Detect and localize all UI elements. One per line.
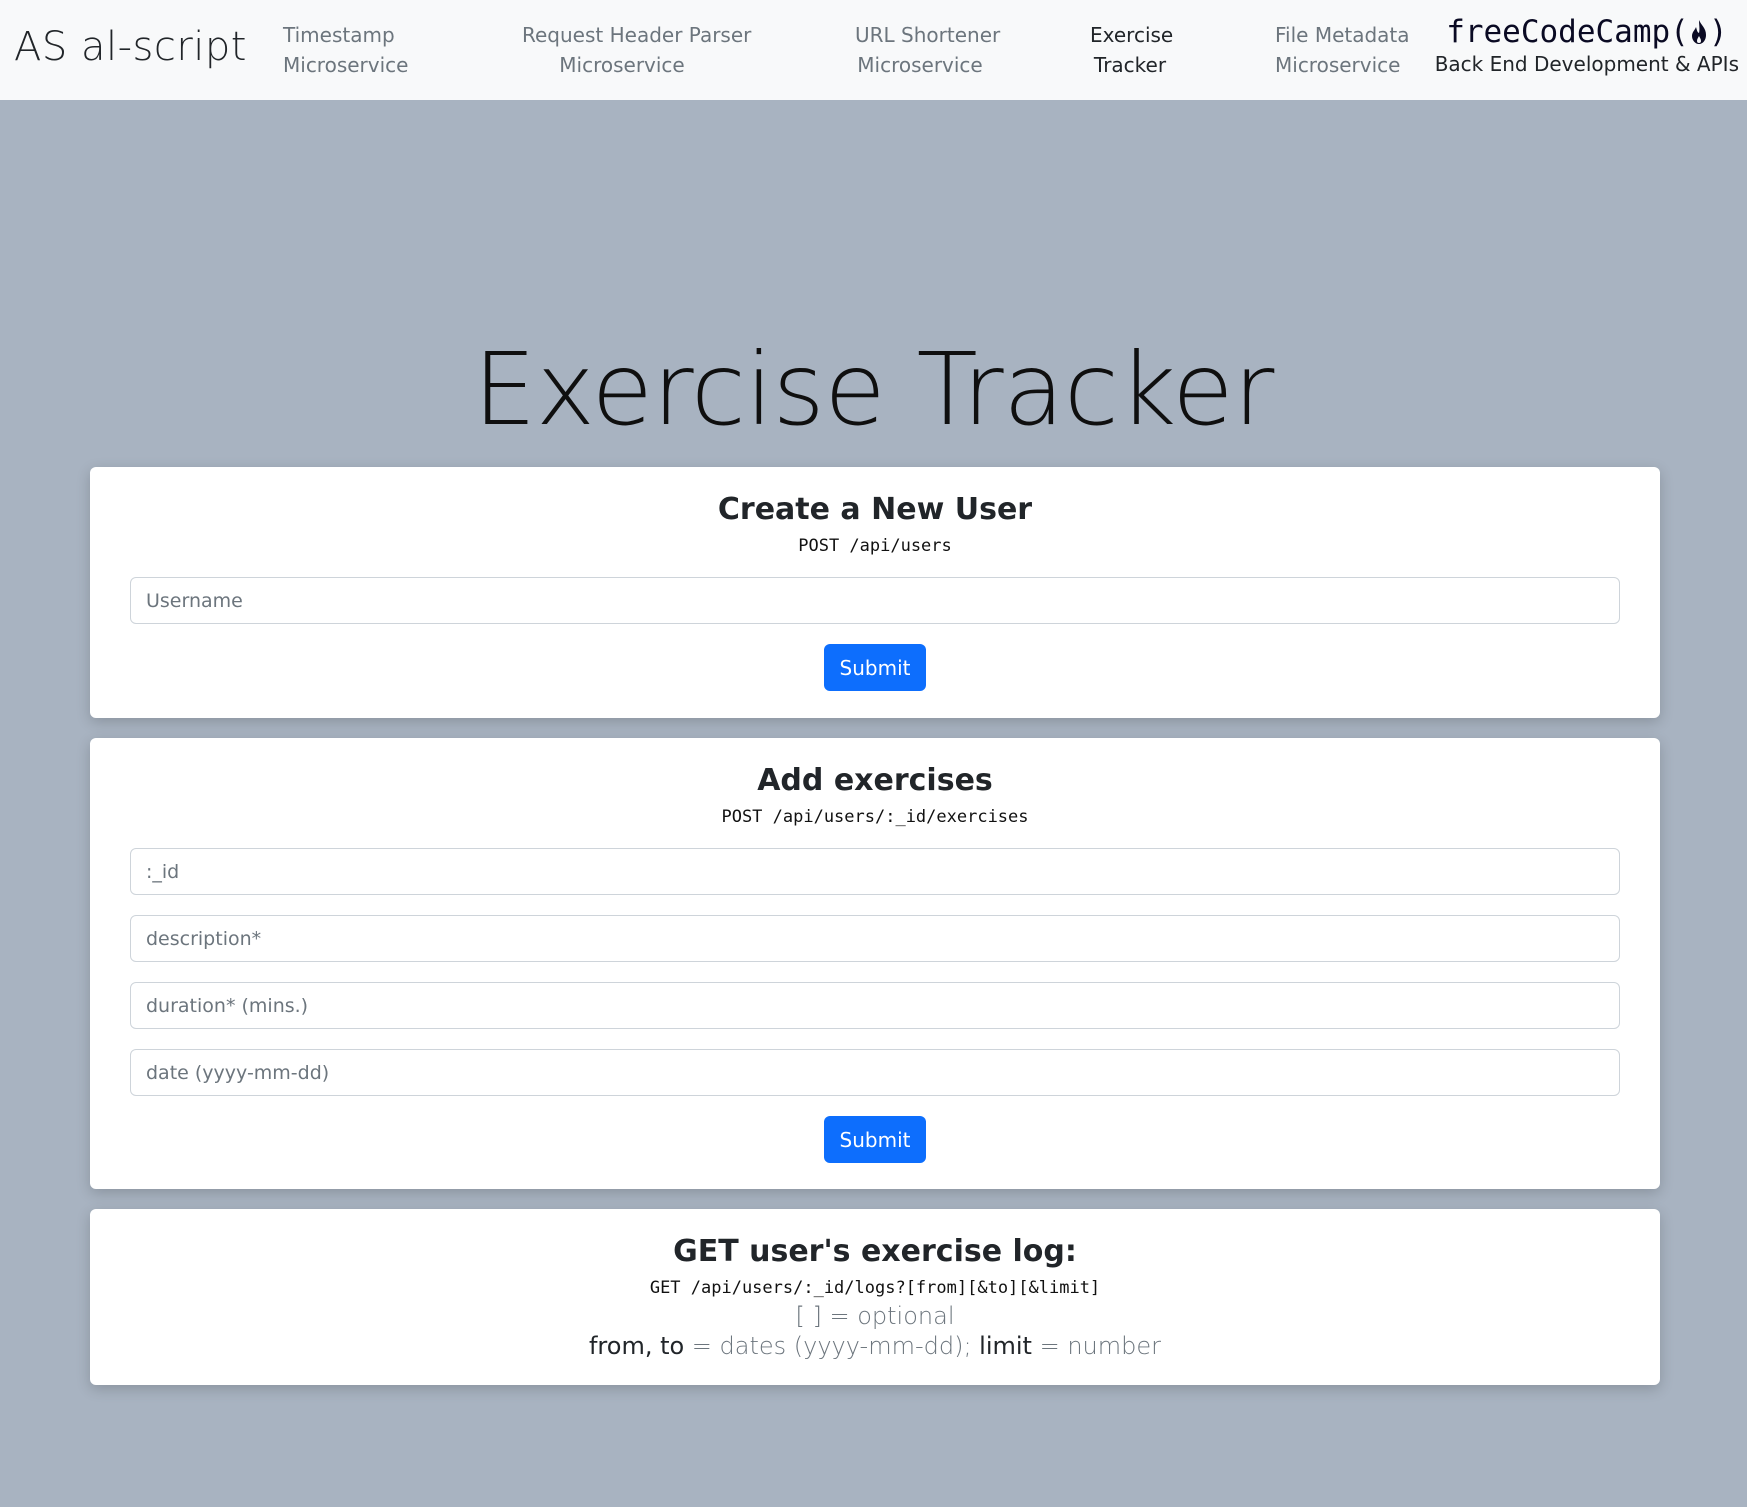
duration-input[interactable] — [130, 982, 1620, 1029]
nav-item-file-metadata[interactable]: File Metadata Microservice — [1275, 20, 1410, 80]
exercise-log-card: GET user's exercise log: GET /api/users/… — [90, 1209, 1660, 1385]
nav-item-exercise-tracker[interactable]: Exercise Tracker — [1090, 20, 1174, 80]
flame-icon — [1691, 20, 1706, 44]
exercise-log-endpoint: GET /api/users/:_id/logs?[from][&to][&li… — [649, 1278, 1101, 1298]
add-exercises-card: Add exercises POST /api/users/:_id/exerc… — [90, 738, 1660, 1189]
nav-item-label: Exercise — [1090, 23, 1174, 47]
user-id-input[interactable] — [130, 848, 1620, 895]
freecodecamp-tagline: Back End Development & APIs — [1434, 52, 1739, 76]
nav-item-request-header-parser[interactable]: Request Header Parser Microservice — [522, 20, 752, 80]
limit-label: limit — [979, 1332, 1032, 1360]
from-to-label: from, to — [588, 1332, 685, 1360]
username-input[interactable] — [130, 577, 1620, 624]
logo-text: freeCodeCamp — [1446, 14, 1671, 50]
optional-note: [ ] = optional — [795, 1302, 955, 1330]
nav-item-timestamp[interactable]: Timestamp Microservice — [283, 20, 409, 80]
nav-item-label: File Metadata — [1275, 23, 1410, 47]
create-user-endpoint: POST /api/users — [798, 536, 952, 556]
create-user-card: Create a New User POST /api/users Submit — [90, 467, 1660, 718]
nav-item-label: Microservice — [559, 53, 685, 77]
nav-item-label: Request Header Parser — [522, 23, 752, 47]
nav-item-label: URL Shortener — [855, 23, 1001, 47]
params-note: from, to = dates (yyyy-mm-dd); limit = n… — [130, 1331, 1620, 1361]
freecodecamp-logo: freeCodeCamp ( ) — [1435, 14, 1739, 50]
dates-format-text: = dates (yyyy-mm-dd); — [684, 1332, 980, 1360]
nav-item-label: Timestamp — [283, 23, 395, 47]
limit-format-text: = number — [1031, 1332, 1162, 1360]
create-user-heading: Create a New User — [717, 492, 1033, 527]
logo-open-paren: ( — [1670, 14, 1689, 50]
nav-item-label: Microservice — [283, 53, 409, 77]
description-input[interactable] — [130, 915, 1620, 962]
freecodecamp-link[interactable]: freeCodeCamp ( ) Back End Development & … — [1435, 14, 1739, 76]
exercise-log-heading: GET user's exercise log: — [673, 1234, 1077, 1269]
navbar: AS al-script Timestamp Microservice Requ… — [0, 0, 1747, 100]
logo-close-paren: ) — [1708, 14, 1728, 50]
add-exercises-endpoint: POST /api/users/:_id/exercises — [721, 807, 1029, 827]
navbar-brand[interactable]: AS al-script — [14, 24, 247, 70]
nav-item-label: Microservice — [857, 53, 983, 77]
add-exercises-heading: Add exercises — [757, 763, 993, 798]
add-exercise-submit-button[interactable]: Submit — [823, 1116, 927, 1163]
date-input[interactable] — [130, 1049, 1620, 1096]
page-title: Exercise Tracker — [473, 331, 1274, 448]
create-user-submit-button[interactable]: Submit — [823, 644, 927, 691]
nav-item-url-shortener[interactable]: URL Shortener Microservice — [855, 20, 1001, 80]
nav-item-label: Microservice — [1275, 53, 1401, 77]
nav-item-label: Tracker — [1093, 53, 1167, 77]
